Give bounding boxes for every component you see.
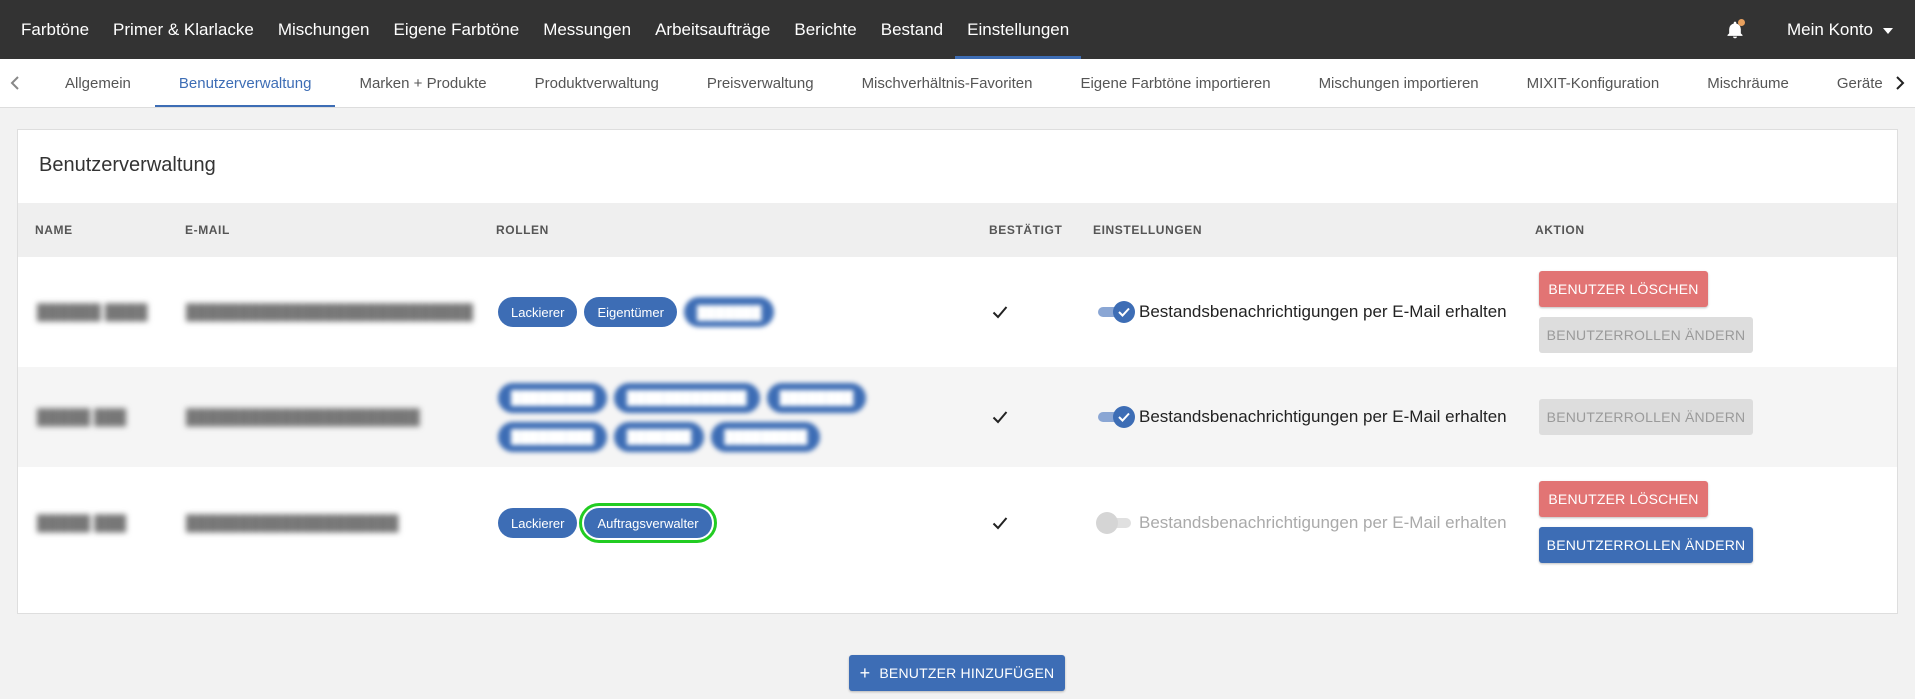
column-header-settings: EINSTELLUNGEN (1093, 223, 1203, 237)
account-label: Mein Konto (1787, 19, 1873, 39)
column-header-email: E-MAIL (185, 223, 230, 237)
toggle-label: Bestandsbenachrichtigungen per E-Mail er… (1139, 302, 1507, 321)
delete-user-button[interactable]: BENUTZER LÖSCHEN (1539, 481, 1708, 517)
tab-mischraeume[interactable]: Mischräume (1683, 59, 1813, 107)
user-name-redacted: █████ ███ (37, 514, 127, 532)
nav-item-eigene-farbtoene[interactable]: Eigene Farbtöne (381, 0, 531, 59)
tab-geraete[interactable]: Geräte (1813, 59, 1885, 107)
add-user-button[interactable]: + BENUTZER HINZUFÜGEN (849, 655, 1065, 691)
toggle-knob-check-icon (1113, 406, 1135, 428)
role-chips: Lackierer Auftragsverwalter (498, 503, 968, 543)
stock-notification-toggle[interactable]: Bestandsbenachrichtigungen per E-Mail er… (1096, 367, 1507, 467)
tab-allgemein[interactable]: Allgemein (41, 59, 155, 107)
table-row: █████ ███ ████████████████████ Lackierer… (18, 467, 1897, 579)
confirmed-check-icon (992, 257, 1008, 367)
column-header-roles: ROLLEN (496, 223, 549, 237)
account-menu[interactable]: Mein Konto (1787, 20, 1893, 40)
role-chip-redacted: ████████ (766, 382, 867, 413)
role-chip-redacted: █████████████ (613, 382, 760, 413)
role-chip-redacted: █████████ (498, 421, 607, 452)
role-chip: Eigentümer (584, 297, 677, 327)
confirmed-check-icon (992, 367, 1008, 467)
stock-notification-toggle-disabled[interactable]: Bestandsbenachrichtigungen per E-Mail er… (1096, 467, 1507, 579)
toggle-label: Bestandsbenachrichtigungen per E-Mail er… (1139, 407, 1507, 426)
stock-notification-toggle[interactable]: Bestandsbenachrichtigungen per E-Mail er… (1096, 257, 1507, 367)
tabs-scroll-right-button[interactable] (1885, 59, 1915, 107)
nav-item-primer-klarlacke[interactable]: Primer & Klarlacke (101, 0, 266, 59)
nav-item-mischungen[interactable]: Mischungen (266, 0, 382, 59)
toggle-label: Bestandsbenachrichtigungen per E-Mail er… (1139, 513, 1507, 532)
tab-mixit-konfiguration[interactable]: MIXIT-Konfiguration (1503, 59, 1684, 107)
user-email-redacted: ██████████████████████ (186, 408, 420, 426)
column-header-action: AKTION (1535, 223, 1585, 237)
plus-icon: + (859, 663, 871, 683)
chevron-left-icon (10, 76, 19, 90)
role-chip-redacted: █████████ (711, 421, 821, 452)
user-name-redacted: ██████ ████ (37, 303, 148, 321)
tab-marken-produkte[interactable]: Marken + Produkte (335, 59, 510, 107)
topnav-right: Mein Konto (1723, 0, 1915, 59)
tab-benutzerverwaltung[interactable]: Benutzerverwaltung (154, 59, 336, 107)
user-email-redacted: ████████████████████ (186, 514, 399, 532)
delete-user-button[interactable]: BENUTZER LÖSCHEN (1539, 271, 1708, 307)
tab-produktverwaltung[interactable]: Produktverwaltung (511, 59, 683, 107)
nav-item-bestand[interactable]: Bestand (869, 0, 955, 59)
tab-eigene-farbtoene-importieren[interactable]: Eigene Farbtöne importieren (1056, 59, 1294, 107)
toggle-switch[interactable] (1096, 406, 1135, 428)
main-menu: Farbtöne Primer & Klarlacke Mischungen E… (0, 0, 1082, 59)
add-user-label: BENUTZER HINZUFÜGEN (879, 665, 1055, 681)
toggle-knob-check-icon (1113, 301, 1135, 323)
table-row: ██████ ████ ███████████████████████████ … (18, 257, 1897, 367)
change-roles-button-disabled[interactable]: BENUTZERROLLEN ÄNDERN (1539, 317, 1753, 353)
top-navigation: Farbtöne Primer & Klarlacke Mischungen E… (0, 0, 1915, 59)
toggle-switch[interactable] (1096, 512, 1133, 534)
role-chip-redacted: ███████ (613, 421, 705, 452)
nav-item-berichte[interactable]: Berichte (782, 0, 868, 59)
tab-mischungen-importieren[interactable]: Mischungen importieren (1295, 59, 1503, 107)
nav-item-farbtoene[interactable]: Farbtöne (9, 0, 101, 59)
role-chip: Lackierer (498, 297, 578, 327)
nav-item-messungen[interactable]: Messungen (531, 0, 643, 59)
tab-preisverwaltung[interactable]: Preisverwaltung (683, 59, 838, 107)
nav-item-arbeitsauftraege[interactable]: Arbeitsaufträge (643, 0, 782, 59)
confirmed-check-icon (992, 467, 1008, 579)
change-roles-button-disabled[interactable]: BENUTZERROLLEN ÄNDERN (1539, 399, 1753, 435)
role-chips: Lackierer Eigentümer ███████ (498, 297, 968, 327)
column-header-confirmed: BESTÄTIGT (989, 223, 1063, 237)
settings-tabs: Allgemein Benutzerverwaltung Marken + Pr… (0, 59, 1915, 108)
user-name-redacted: █████ ███ (37, 408, 127, 426)
chevron-right-icon (1896, 76, 1905, 90)
tab-list: Allgemein Benutzerverwaltung Marken + Pr… (30, 59, 1885, 107)
role-chip-auftragsverwalter[interactable]: Auftragsverwalter (579, 503, 717, 543)
notification-bell-icon[interactable] (1723, 18, 1747, 42)
caret-down-icon (1883, 28, 1893, 34)
table-row: █████ ███ ██████████████████████ ███████… (18, 367, 1897, 467)
page-title: Benutzerverwaltung (39, 154, 216, 176)
role-chips: █████████ █████████████ ████████ ███████… (498, 382, 968, 452)
nav-item-einstellungen[interactable]: Einstellungen (955, 0, 1082, 59)
column-header-name: NAME (35, 223, 73, 237)
tabs-scroll-left-button[interactable] (0, 59, 30, 107)
toggle-knob (1096, 512, 1118, 534)
role-chip-redacted: █████████ (498, 382, 607, 413)
tab-mischverhaeltnis-favoriten[interactable]: Mischverhältnis-Favoriten (838, 59, 1057, 107)
toggle-switch[interactable] (1096, 301, 1135, 323)
user-management-card: Benutzerverwaltung NAME E-MAIL ROLLEN BE… (17, 129, 1898, 614)
role-chip-redacted: ███████ (683, 297, 775, 327)
role-chip: Lackierer (498, 508, 578, 538)
table-header: NAME E-MAIL ROLLEN BESTÄTIGT EINSTELLUNG… (18, 203, 1897, 257)
notification-dot (1738, 18, 1745, 26)
user-email-redacted: ███████████████████████████ (186, 303, 473, 321)
change-roles-button[interactable]: BENUTZERROLLEN ÄNDERN (1539, 527, 1753, 563)
